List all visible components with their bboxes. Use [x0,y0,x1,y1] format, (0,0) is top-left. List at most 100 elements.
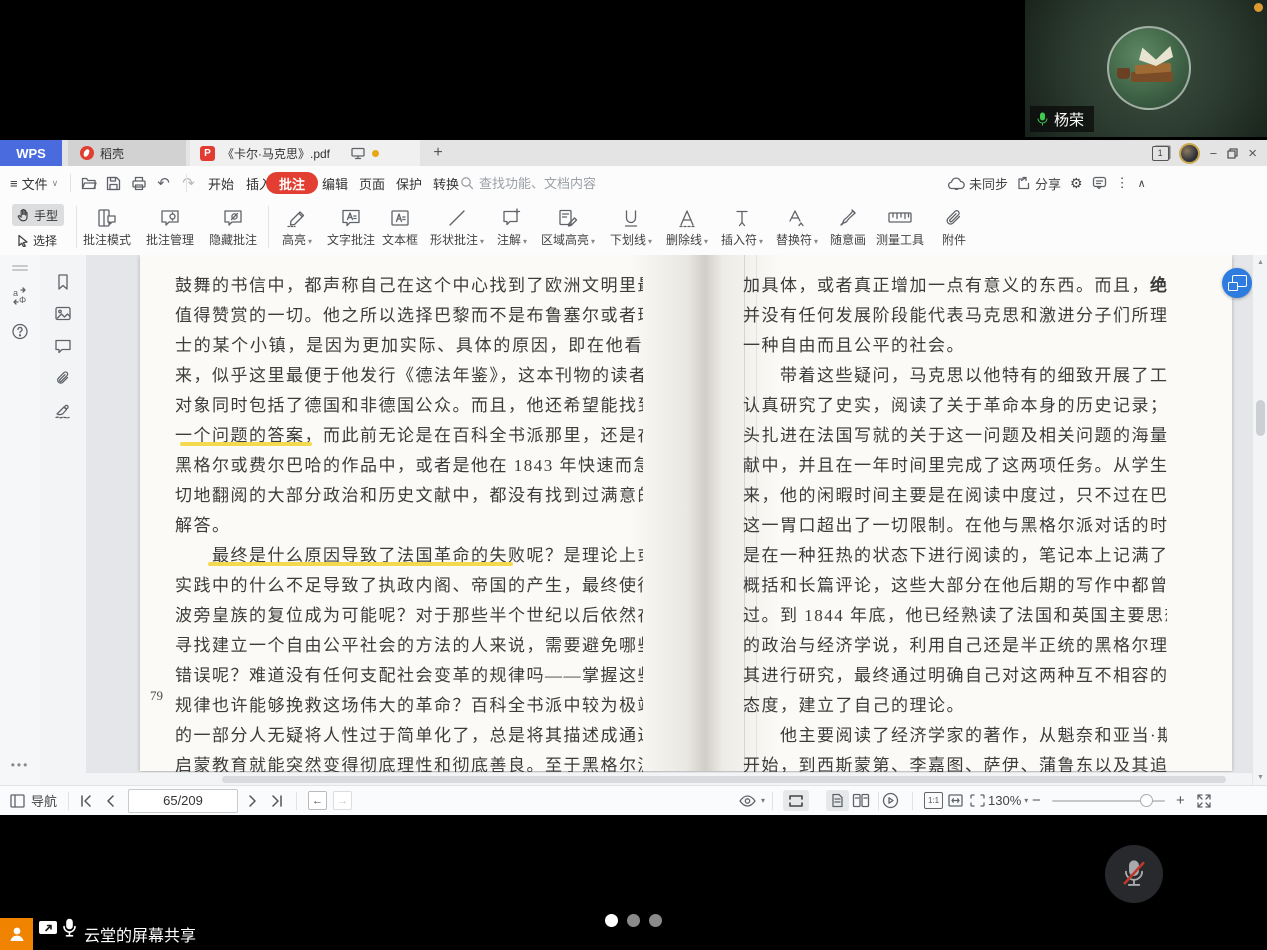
carousel-dot[interactable] [649,914,662,927]
next-page-button[interactable] [248,786,257,815]
history-forward-button[interactable]: → [333,791,352,810]
mute-toggle-button[interactable] [1105,845,1163,903]
toolbar-button-strikethrough[interactable]: 删除线 [656,204,718,252]
hand-tool-button[interactable]: 手型 [12,204,64,226]
pdf-file-icon: P [200,146,215,161]
toolbar-button-annotate-mode[interactable]: 批注模式 [76,204,138,252]
navigation-toggle[interactable]: 导航 [10,786,57,815]
carousel-dot[interactable] [627,914,640,927]
toolbar-button-area-highlight[interactable]: 区域高亮 [537,204,599,252]
toolbar-button-replace-caret[interactable]: 替换符 [766,204,828,252]
book-spread: 鼓舞的书信中，都声称自己在这个中心找到了欧洲文明里最值得赞赏的一切。他之所以选择… [140,255,1232,771]
restore-button[interactable] [1227,148,1238,159]
highlight-underline[interactable] [180,442,312,446]
help-icon[interactable] [12,323,29,340]
highlight-underline[interactable] [208,562,513,566]
wps-home-button[interactable]: WPS [0,140,62,166]
tab-docer[interactable]: 稻壳 [68,140,186,166]
participants-button[interactable] [0,918,33,950]
text-line: 加具体，或者真正增加一点有意义的东西。而且，绝对观念 [743,271,1167,301]
account-avatar[interactable] [1179,143,1200,164]
bookmark-icon[interactable] [55,273,71,291]
toolbar-button-hide-annotations[interactable]: 隐藏批注 [202,204,264,252]
image-icon[interactable] [55,306,72,321]
search-input[interactable]: 查找功能、文档内容 [460,173,596,192]
facing-pages-button[interactable] [852,786,870,815]
zoom-level-dropdown[interactable]: 130% ▾ [988,786,1028,815]
zoom-slider[interactable] [1052,786,1165,815]
zoom-slider-knob[interactable] [1140,794,1153,807]
mic-icon[interactable] [62,918,77,938]
settings-gear-icon[interactable]: ⚙ [1070,175,1083,192]
zoom-in-button[interactable]: + [1176,786,1185,815]
window-count-button[interactable]: 1 [1152,146,1169,161]
first-page-button[interactable] [80,786,93,815]
fit-width-button[interactable] [947,786,964,815]
text-line: 来，他的闲暇时间主要是在阅读中度过，只不过在巴黎他的 [743,481,1167,511]
minimize-button[interactable]: − [1210,147,1218,160]
document-canvas[interactable]: 鼓舞的书信中，都声称自己在这个中心找到了欧洲文明里最值得赞赏的一切。他之所以选择… [86,255,1252,785]
share-button[interactable]: 分享 [1017,174,1061,193]
toolbar-button-freehand[interactable]: 随意画 [820,204,876,252]
bold-term: 绝对观念 [1150,276,1167,295]
actual-size-button[interactable]: 1:1 [924,786,943,815]
screen-share-icon[interactable] [38,920,58,937]
open-file-button[interactable] [80,175,97,192]
floating-screenshot-tool-button[interactable] [1222,268,1252,298]
file-menu[interactable]: ≡ 文件 ∨ [10,166,58,200]
new-tab-button[interactable]: + [428,143,448,163]
scroll-up-icon[interactable]: ▲ [1253,259,1267,266]
toolbar-button-text-box[interactable]: 文本框 [372,204,428,252]
last-page-button[interactable] [270,786,283,815]
undo-button[interactable]: ↶ [155,175,172,192]
save-button[interactable] [105,175,122,192]
scroll-down-icon[interactable]: ▼ [1253,774,1267,781]
more-dots-icon[interactable]: ••• [11,758,30,772]
history-back-button[interactable]: ← [308,791,327,810]
tab-document[interactable]: P 《卡尔·马克思》.pdf [190,140,420,166]
text-line: 并没有任何发展阶段能代表马克思和激进分子们所理解的那 [743,301,1167,331]
toolbar-button-note[interactable]: 注解 [484,204,540,252]
single-page-button[interactable] [826,790,849,811]
close-button[interactable]: × [1248,146,1257,161]
continuous-pages-button[interactable] [783,790,809,811]
svg-text:a: a [13,288,18,298]
vertical-scrollbar-thumb[interactable] [1256,400,1265,436]
translate-icon[interactable]: aΦ [11,287,29,305]
select-tool-button[interactable]: 选择 [12,229,64,251]
zoom-out-button[interactable]: − [1032,786,1041,815]
drag-handle-icon[interactable] [12,269,28,271]
toolbar-button-highlight[interactable]: 高亮 [269,204,325,252]
avatar [1107,26,1191,110]
fit-page-button[interactable] [969,786,986,815]
toolbar-button-measure[interactable]: 测量工具 [869,204,931,252]
text-line: 的一部分人无疑将人性过于简单化了，总是将其描述成通过 [175,721,643,751]
text-line: 献中，并且在一年时间里完成了这两项任务。从学生时代以 [743,451,1167,481]
text-line: 实践中的什么不足导致了执政内阁、帝国的产生，最终使得 [175,571,643,601]
toolbar-button-annotate-manage[interactable]: 批注管理 [139,204,201,252]
vertical-scrollbar[interactable]: ▲ ▼ [1252,255,1267,785]
drag-handle-icon[interactable] [12,265,28,267]
attachment-icon[interactable] [55,370,72,387]
comment-icon[interactable] [55,339,72,354]
eye-protect-button[interactable]: ▾ [738,786,765,815]
toolbar-button-attachment[interactable]: 附件 [926,204,982,252]
previous-page-button[interactable] [106,786,115,815]
signature-icon[interactable] [54,402,72,419]
toolbar-button-underline[interactable]: 下划线 [600,204,662,252]
tab-bar: WPS 稻壳 P 《卡尔·马克思》.pdf + 1 − [0,140,1267,167]
collapse-ribbon-icon[interactable]: ∧ [1138,177,1146,190]
fullscreen-button[interactable] [1196,786,1212,815]
play-slideshow-button[interactable] [882,786,899,815]
carousel-dot-active[interactable] [605,914,618,927]
horizontal-scrollbar-thumb[interactable] [222,776,1226,783]
sync-status[interactable]: 未同步 [948,174,1008,193]
print-button[interactable] [130,175,147,192]
more-menu-icon[interactable]: ⋮ [1116,175,1129,191]
feedback-icon[interactable] [1092,176,1107,190]
toolbar-button-insert-caret[interactable]: 插入符 [711,204,773,252]
toolbar-button-shape-annotate[interactable]: 形状批注 [426,204,488,252]
page-number-input[interactable] [128,789,238,813]
horizontal-scrollbar[interactable] [86,772,1252,785]
webcam-tile[interactable]: 杨荣 [1025,0,1267,137]
